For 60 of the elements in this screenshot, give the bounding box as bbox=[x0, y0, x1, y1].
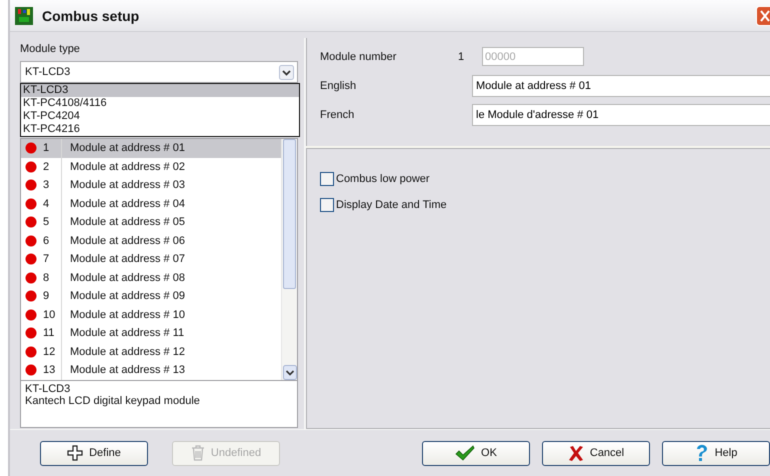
checkmark-icon bbox=[455, 445, 476, 461]
close-icon[interactable] bbox=[756, 6, 770, 26]
checkbox-label: Display Date and Time bbox=[336, 199, 447, 211]
module-number: 4 bbox=[42, 198, 50, 210]
define-button[interactable]: Define bbox=[40, 440, 148, 466]
module-number: 2 bbox=[42, 160, 50, 173]
module-number: 6 bbox=[42, 234, 50, 247]
status-dot-icon bbox=[25, 179, 37, 192]
module-number: 11 bbox=[42, 327, 56, 340]
module-number: 12 bbox=[42, 346, 56, 358]
french-name-field[interactable]: le Module d'adresse # 01 bbox=[472, 104, 770, 126]
status-dot-icon bbox=[25, 327, 37, 340]
module-number: 5 bbox=[42, 216, 50, 228]
cancel-button[interactable]: Cancel bbox=[542, 440, 650, 466]
description-text: KT-LCD3 bbox=[25, 383, 72, 395]
status-dot-icon bbox=[25, 198, 37, 210]
status-dot-icon bbox=[25, 364, 37, 376]
module-number: 8 bbox=[42, 272, 50, 284]
status-dot-icon bbox=[25, 346, 37, 358]
module-type-label: Module type bbox=[20, 43, 81, 55]
ok-button[interactable]: OK bbox=[422, 440, 530, 466]
status-dot-icon bbox=[25, 160, 37, 173]
trash-icon bbox=[190, 445, 205, 461]
module-number: 1 bbox=[42, 142, 50, 154]
description-text: Kantech LCD digital keypad module bbox=[25, 395, 201, 407]
scrollbar[interactable] bbox=[281, 139, 297, 380]
status-dot-icon bbox=[25, 216, 37, 228]
help-button[interactable]: Help bbox=[662, 440, 770, 466]
window-title: Combus setup bbox=[42, 8, 140, 24]
x-icon bbox=[568, 445, 584, 461]
circuit-board-icon bbox=[14, 6, 34, 26]
module-type-dropdown[interactable]: KT-LCD3 bbox=[20, 61, 298, 83]
french-label: French bbox=[320, 108, 356, 120]
module-number: 9 bbox=[42, 290, 50, 302]
scrollbar-thumb[interactable] bbox=[283, 139, 296, 289]
status-dot-icon bbox=[25, 142, 37, 154]
dropdown-option[interactable]: KT-PC4204 bbox=[21, 110, 299, 123]
module-number-label: Module number bbox=[320, 50, 398, 62]
checkbox[interactable] bbox=[320, 198, 334, 212]
question-mark-icon bbox=[694, 444, 709, 462]
status-dot-icon bbox=[25, 308, 37, 321]
module-row[interactable]: 1 Module at address # 01 bbox=[21, 139, 281, 158]
plus-icon bbox=[67, 445, 84, 461]
module-number: 10 bbox=[42, 308, 56, 321]
dropdown-option[interactable]: KT-LCD3 bbox=[21, 84, 299, 97]
english-label: English bbox=[320, 80, 358, 92]
checkbox-label: Combus low power bbox=[336, 173, 430, 185]
dropdown-option[interactable]: KT-PC4216 bbox=[21, 123, 299, 136]
chevron-down-icon bbox=[279, 64, 294, 80]
module-number: 3 bbox=[42, 179, 50, 192]
status-dot-icon bbox=[25, 253, 37, 266]
english-name-field[interactable]: Module at address # 01 bbox=[472, 74, 770, 96]
status-dot-icon bbox=[25, 234, 37, 247]
module-number-value: 1 bbox=[458, 50, 466, 62]
status-dot-icon bbox=[25, 272, 37, 284]
module-number: 13 bbox=[42, 364, 56, 376]
checkbox[interactable] bbox=[320, 172, 334, 186]
status-dot-icon bbox=[25, 290, 37, 302]
module-number: 7 bbox=[42, 253, 50, 266]
dropdown-option[interactable]: KT-PC4108/4116 bbox=[21, 97, 299, 110]
